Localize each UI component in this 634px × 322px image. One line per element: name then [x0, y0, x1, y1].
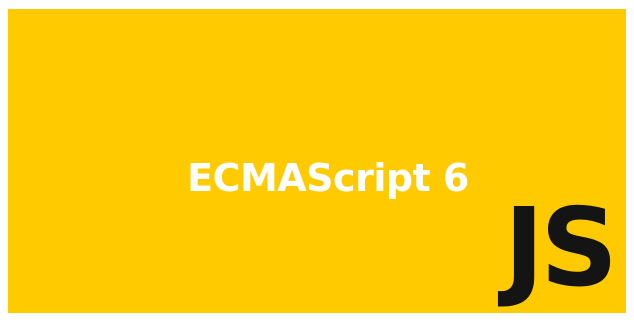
ecmascript-banner: ECMAScript 6 JS [8, 9, 626, 313]
js-logo: JS [504, 186, 618, 311]
